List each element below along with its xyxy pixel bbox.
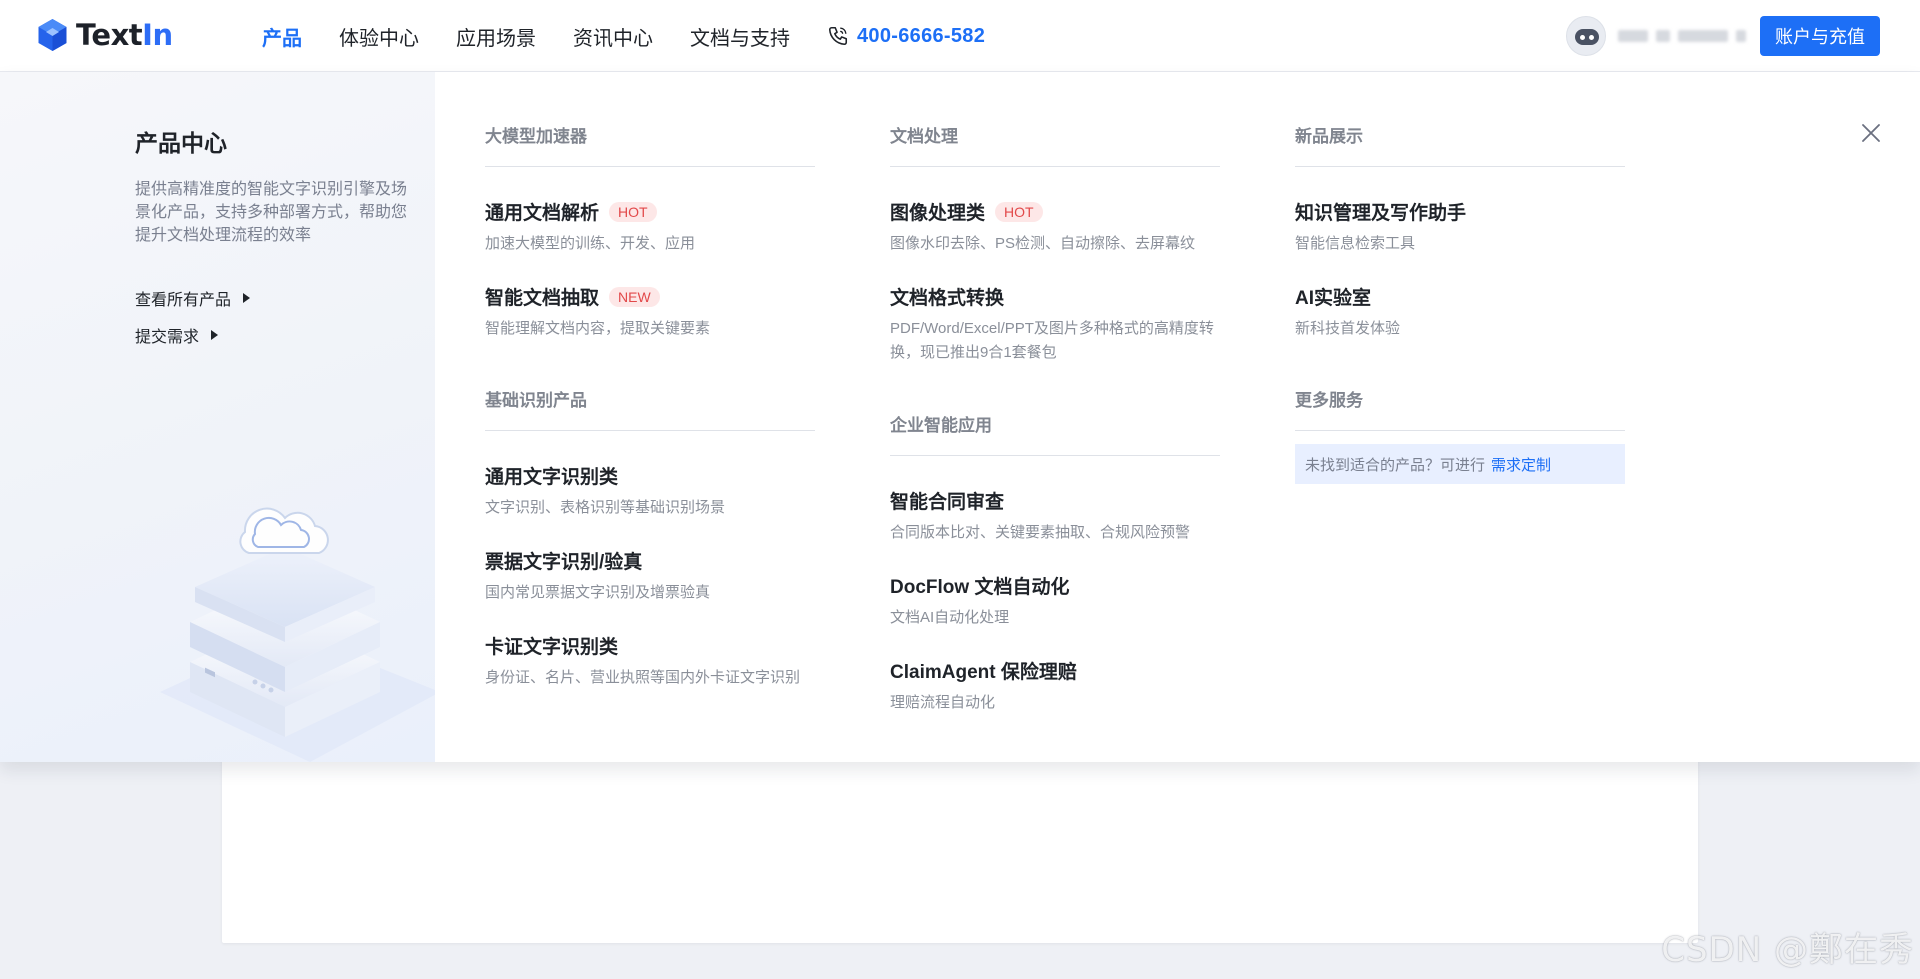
- view-all-products-link[interactable]: 查看所有产品: [135, 286, 251, 310]
- hot-badge: HOT: [995, 201, 1043, 222]
- section-heading-more-services: 更多服务: [1295, 391, 1363, 410]
- user-area: 账户与充值: [1566, 16, 1880, 56]
- phone-contact[interactable]: 400-6666-582: [827, 25, 985, 48]
- divider: [1295, 166, 1625, 167]
- product-general-ocr[interactable]: 通用文字识别类 文字识别、表格识别等基础识别场景: [485, 462, 825, 520]
- cloud-server-illustration: [160, 507, 435, 762]
- product-card-ocr[interactable]: 卡证文字识别类 身份证、名片、营业执照等国内外卡证文字识别: [485, 632, 825, 690]
- textin-logo[interactable]: TextIn: [37, 18, 173, 52]
- product-smart-doc-extraction[interactable]: 智能文档抽取 NEW 智能理解文档内容，提取关键要素: [485, 283, 825, 341]
- divider: [485, 166, 815, 167]
- logo-text: TextIn: [76, 18, 173, 52]
- panel-description: 提供高精准度的智能文字识别引擎及场景化产品，支持多种部署方式，帮助您提升文档处理…: [135, 181, 408, 244]
- textin-logo-icon: [38, 19, 67, 51]
- divider: [1295, 430, 1625, 431]
- section-heading-llm-accelerator: 大模型加速器: [485, 127, 587, 146]
- custom-request-link[interactable]: 需求定制: [1491, 454, 1551, 475]
- phone-icon: [828, 26, 848, 46]
- triangle-right-icon: [243, 293, 251, 303]
- nav-scenarios[interactable]: 应用场景: [456, 22, 536, 51]
- divider: [485, 430, 815, 431]
- product-docflow[interactable]: DocFlow 文档自动化 文档AI自动化处理: [890, 572, 1230, 630]
- divider: [890, 455, 1220, 456]
- robot-avatar-icon[interactable]: [1566, 16, 1606, 56]
- section-heading-doc-processing: 文档处理: [890, 127, 958, 146]
- nav-products[interactable]: 产品: [262, 22, 302, 51]
- submit-request-link[interactable]: 提交需求: [135, 323, 219, 347]
- custom-request-box: 未找到适合的产品？可进行 需求定制: [1295, 444, 1625, 484]
- user-name-redacted[interactable]: [1618, 29, 1746, 43]
- phone-number: 400-6666-582: [857, 24, 986, 47]
- product-knowledge-writing-assistant[interactable]: 知识管理及写作助手 智能信息检索工具: [1295, 198, 1635, 256]
- product-claimagent[interactable]: ClaimAgent 保险理赔 理赔流程自动化: [890, 657, 1230, 715]
- account-recharge-button[interactable]: 账户与充值: [1760, 16, 1880, 56]
- csdn-watermark: CSDN @鄭在秀: [1661, 930, 1914, 970]
- panel-title: 产品中心: [135, 130, 227, 156]
- triangle-right-icon: [211, 330, 219, 340]
- nav-news[interactable]: 资讯中心: [573, 22, 653, 51]
- product-ai-lab[interactable]: AI实验室 新科技首发体验: [1295, 283, 1635, 341]
- main-nav: 产品 体验中心 应用场景 资讯中心 文档与支持 400-6666-582: [262, 0, 985, 72]
- product-doc-format-conversion[interactable]: 文档格式转换 PDF/Word/Excel/PPT及图片多种格式的高精度转换，现…: [890, 283, 1220, 365]
- product-center-panel: 产品中心 提供高精准度的智能文字识别引擎及场景化产品，支持多种部署方式，帮助您提…: [0, 72, 435, 762]
- close-icon[interactable]: [1860, 122, 1882, 144]
- hot-badge: HOT: [609, 201, 657, 222]
- nav-experience-center[interactable]: 体验中心: [339, 22, 419, 51]
- top-header: TextIn 产品 体验中心 应用场景 资讯中心 文档与支持 400-6666-…: [0, 0, 1920, 72]
- new-badge: NEW: [609, 286, 660, 307]
- section-heading-basic-recognition: 基础识别产品: [485, 391, 587, 410]
- section-heading-new-products: 新品展示: [1295, 127, 1363, 146]
- product-image-processing[interactable]: 图像处理类 HOT 图像水印去除、PS检测、自动擦除、去屏幕纹: [890, 198, 1230, 256]
- product-contract-review[interactable]: 智能合同审查 合同版本比对、关键要素抽取、合规风险预警: [890, 487, 1230, 545]
- divider: [890, 166, 1220, 167]
- products-mega-menu: 产品中心 提供高精准度的智能文字识别引擎及场景化产品，支持多种部署方式，帮助您提…: [0, 72, 1920, 762]
- section-heading-enterprise-apps: 企业智能应用: [890, 416, 992, 435]
- product-general-doc-parsing[interactable]: 通用文档解析 HOT 加速大模型的训练、开发、应用: [485, 198, 825, 256]
- nav-docs-support[interactable]: 文档与支持: [690, 22, 790, 51]
- product-invoice-ocr[interactable]: 票据文字识别/验真 国内常见票据文字识别及增票验真: [485, 547, 825, 605]
